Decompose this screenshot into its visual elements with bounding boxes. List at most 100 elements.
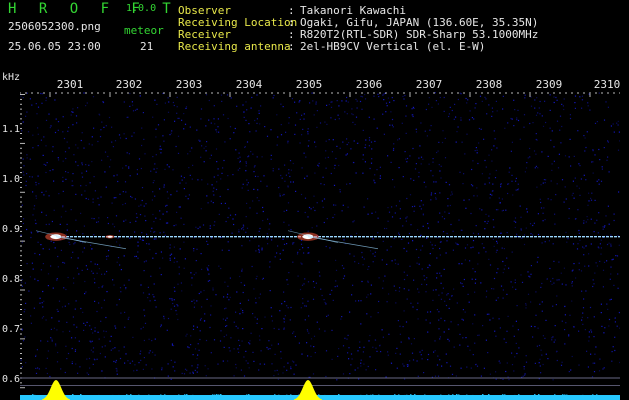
noise-dot: [608, 242, 610, 244]
noise-dot: [259, 123, 261, 125]
noise-dot: [150, 230, 152, 232]
noise-dot: [77, 257, 79, 259]
noise-dot: [535, 133, 537, 135]
noise-dot: [391, 260, 393, 262]
noise-dot: [541, 242, 543, 244]
noise-dot: [310, 208, 312, 210]
noise-dot: [472, 246, 474, 248]
noise-dot: [549, 127, 551, 129]
noise-dot: [609, 278, 611, 280]
noise-dot: [530, 273, 532, 275]
noise-dot: [602, 286, 604, 288]
noise-dot: [399, 200, 401, 202]
noise-dot: [440, 282, 442, 284]
noise-dot: [205, 125, 207, 127]
noise-dot: [564, 314, 566, 316]
noise-dot: [581, 290, 583, 292]
noise-dot: [41, 93, 43, 95]
noise-dot: [292, 243, 294, 245]
noise-dot: [114, 325, 116, 327]
noise-dot: [347, 352, 349, 354]
noise-dot: [439, 336, 441, 338]
noise-dot: [223, 159, 225, 162]
noise-dot: [475, 147, 477, 149]
meteor-echo-core: [107, 235, 113, 238]
noise-dot: [150, 275, 152, 277]
noise-dot: [229, 350, 231, 352]
noise-dot: [235, 363, 237, 366]
noise-dot: [84, 324, 87, 326]
noise-dot: [68, 126, 70, 129]
noise-dot: [360, 300, 362, 302]
histogram-bar: [234, 396, 236, 400]
noise-dot: [152, 257, 154, 259]
noise-dot: [273, 375, 275, 377]
noise-dot: [405, 321, 408, 323]
noise-dot: [263, 175, 265, 177]
noise-dot: [200, 317, 202, 320]
noise-dot: [315, 146, 317, 148]
noise-dot: [403, 288, 405, 290]
noise-dot: [571, 355, 573, 358]
noise-dot: [448, 212, 450, 214]
noise-dot: [33, 205, 36, 207]
noise-dot: [136, 173, 138, 175]
noise-dot: [284, 180, 286, 182]
noise-dot: [426, 135, 428, 137]
noise-dot: [548, 240, 550, 242]
noise-dot: [123, 220, 125, 222]
noise-dot: [379, 175, 381, 177]
noise-dot: [427, 359, 429, 361]
noise-dot: [29, 158, 31, 160]
histogram-bar: [158, 395, 160, 400]
noise-dot: [209, 157, 211, 159]
histogram-bar: [488, 394, 490, 400]
noise-dot: [41, 211, 43, 213]
noise-dot: [282, 372, 284, 374]
noise-dot: [338, 164, 340, 167]
noise-dot: [457, 243, 459, 246]
noise-dot: [552, 277, 554, 280]
noise-dot: [355, 116, 358, 118]
noise-dot: [375, 369, 377, 371]
noise-dot: [533, 150, 536, 152]
noise-dot: [37, 241, 39, 243]
noise-dot: [568, 217, 570, 219]
noise-dot: [65, 210, 67, 212]
noise-dot: [166, 164, 168, 166]
histogram-bar: [508, 395, 510, 400]
noise-dot: [525, 303, 527, 305]
noise-dot: [170, 359, 172, 361]
histogram-bar: [552, 395, 554, 400]
noise-dot: [125, 288, 127, 290]
noise-dot: [441, 365, 443, 367]
noise-dot: [166, 329, 168, 331]
noise-dot: [407, 365, 409, 367]
noise-dot: [74, 350, 76, 352]
noise-dot: [346, 96, 348, 99]
noise-dot: [594, 122, 597, 124]
noise-dot: [225, 319, 227, 321]
noise-dot: [563, 98, 565, 100]
noise-dot: [269, 223, 271, 225]
noise-dot: [436, 272, 438, 274]
noise-dot: [536, 261, 538, 263]
noise-dot: [115, 361, 117, 363]
noise-dot: [76, 230, 78, 232]
noise-dot: [116, 174, 118, 176]
noise-dot: [537, 233, 540, 236]
noise-dot: [238, 229, 240, 231]
noise-dot: [484, 228, 486, 230]
noise-dot: [574, 107, 576, 109]
noise-dot: [500, 183, 502, 185]
noise-dot: [472, 160, 474, 162]
noise-dot: [523, 366, 525, 368]
noise-dot: [273, 94, 275, 97]
noise-dot: [327, 156, 329, 158]
noise-dot: [429, 129, 431, 131]
noise-dot: [129, 221, 131, 224]
noise-dot: [187, 346, 189, 348]
noise-dot: [396, 347, 398, 349]
noise-dot: [145, 220, 147, 222]
noise-dot: [190, 272, 192, 274]
